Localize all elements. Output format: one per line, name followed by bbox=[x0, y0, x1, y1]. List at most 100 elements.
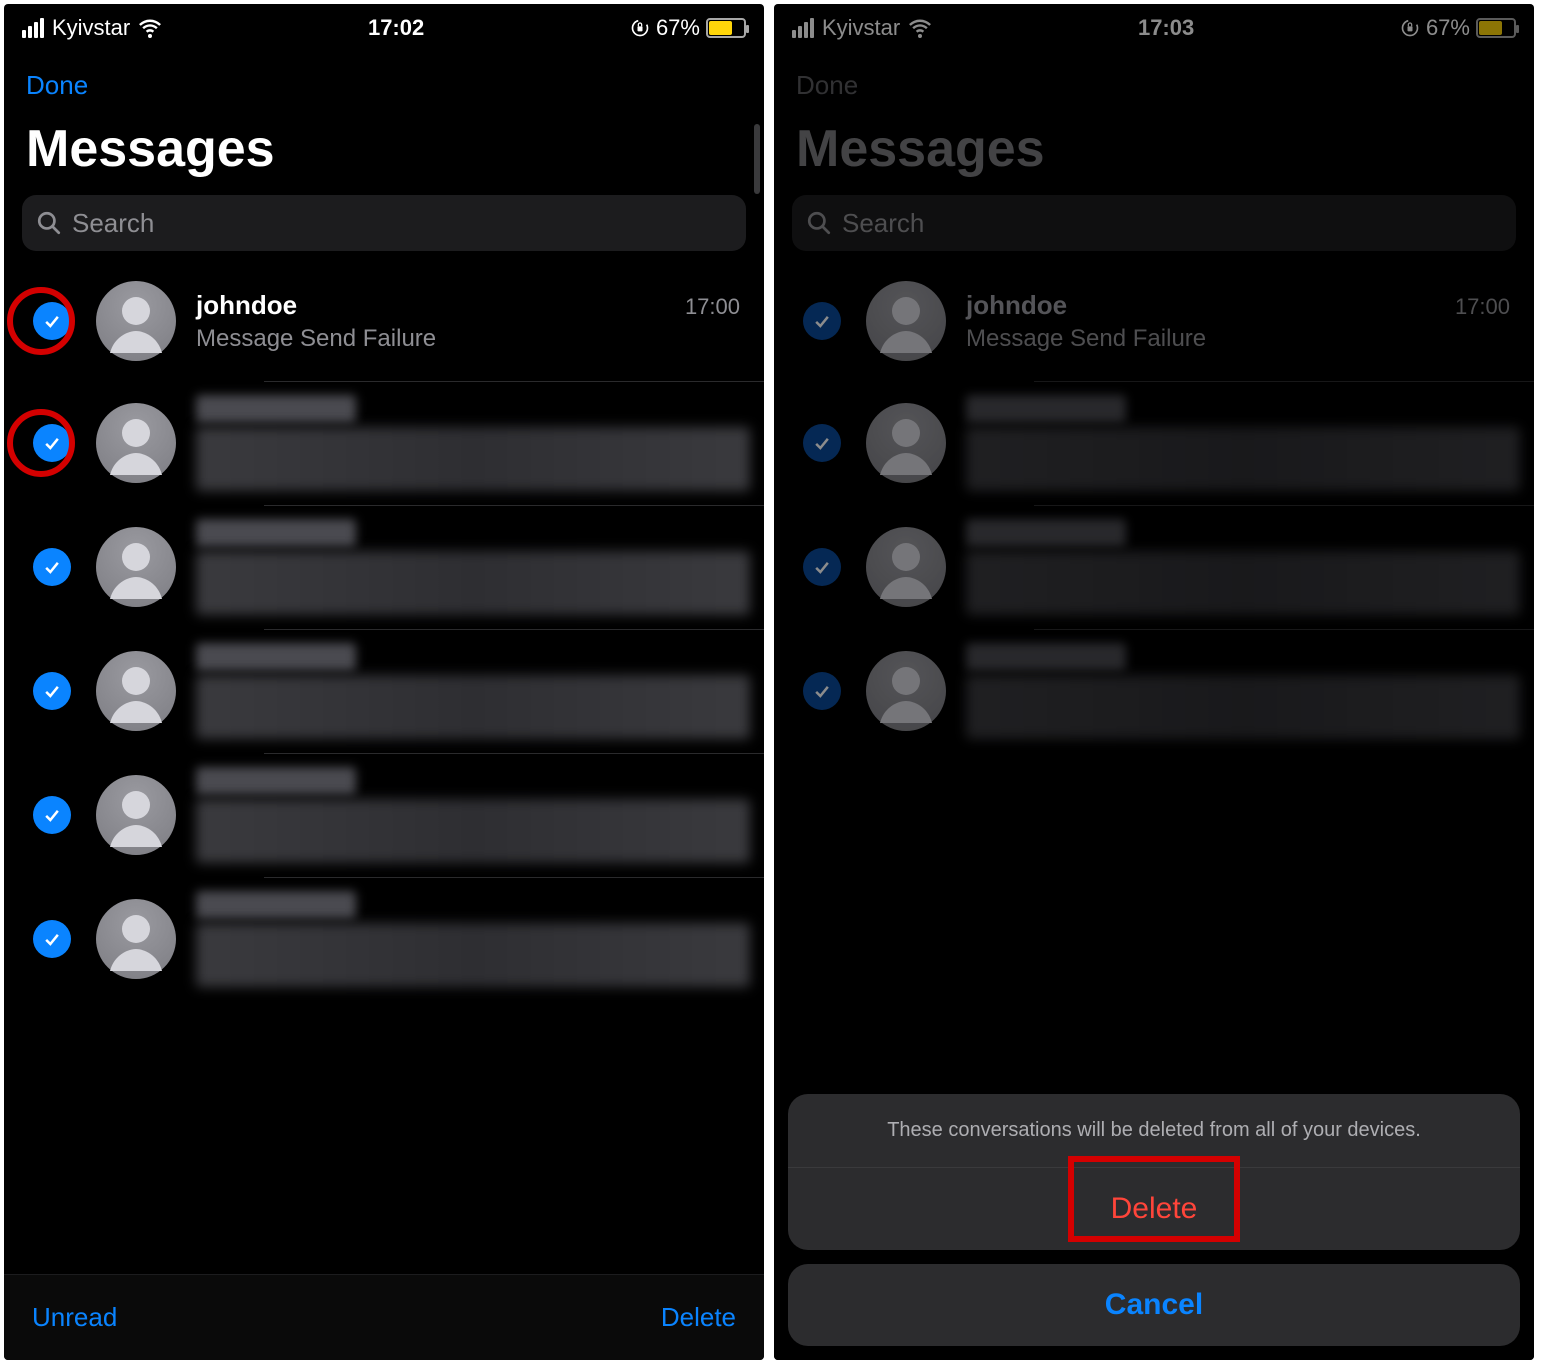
selection-checkbox[interactable] bbox=[22, 672, 82, 710]
blurred-content bbox=[196, 891, 356, 919]
conversation-preview: Message Send Failure bbox=[966, 325, 1520, 353]
conversation-name: johndoe bbox=[966, 290, 1067, 321]
sheet-delete-button[interactable]: Delete bbox=[788, 1168, 1520, 1250]
avatar bbox=[96, 899, 176, 979]
status-bar: Kyivstar 17:03 67% bbox=[774, 4, 1534, 52]
checkmark-icon bbox=[812, 557, 832, 577]
blurred-content bbox=[196, 427, 750, 491]
signal-bars-icon bbox=[22, 18, 44, 38]
avatar bbox=[96, 403, 176, 483]
selection-checkbox[interactable] bbox=[792, 548, 852, 586]
conversation-row[interactable]: johndoe 17:00 Message Send Failure bbox=[4, 261, 764, 381]
battery-icon bbox=[1476, 18, 1516, 38]
blurred-content bbox=[196, 519, 356, 547]
blurred-content bbox=[966, 427, 1520, 491]
avatar bbox=[96, 775, 176, 855]
selection-checkbox[interactable] bbox=[22, 920, 82, 958]
navbar: Done bbox=[774, 52, 1534, 101]
conversation-row[interactable] bbox=[4, 753, 764, 877]
blurred-content bbox=[196, 767, 356, 795]
search-field[interactable] bbox=[22, 195, 746, 251]
blurred-content bbox=[196, 675, 750, 739]
wifi-icon bbox=[908, 16, 932, 40]
avatar bbox=[866, 651, 946, 731]
battery-icon bbox=[706, 18, 746, 38]
blurred-content bbox=[196, 551, 750, 615]
checkmark-icon bbox=[42, 557, 62, 577]
selection-checkbox[interactable] bbox=[22, 796, 82, 834]
blurred-content bbox=[196, 395, 356, 423]
checkmark-icon bbox=[42, 929, 62, 949]
page-title: Messages bbox=[774, 101, 1534, 195]
checkmark-icon bbox=[42, 681, 62, 701]
done-button[interactable]: Done bbox=[796, 70, 858, 101]
avatar bbox=[866, 527, 946, 607]
battery-percent-label: 67% bbox=[1426, 15, 1470, 41]
conversation-row[interactable] bbox=[4, 505, 764, 629]
blurred-content bbox=[196, 923, 750, 987]
search-field[interactable] bbox=[792, 195, 1516, 251]
checkmark-icon bbox=[812, 433, 832, 453]
status-bar: Kyivstar 17:02 67% bbox=[4, 4, 764, 52]
blurred-content bbox=[966, 675, 1520, 739]
blurred-content bbox=[966, 519, 1126, 547]
blurred-content bbox=[196, 643, 356, 671]
conversation-row[interactable] bbox=[774, 381, 1534, 505]
conversation-time: 17:00 bbox=[685, 294, 750, 320]
search-input[interactable] bbox=[72, 208, 732, 239]
conversation-time: 17:00 bbox=[1455, 294, 1520, 320]
orientation-lock-icon bbox=[1400, 18, 1420, 38]
conversation-list: johndoe 17:00 Message Send Failure bbox=[4, 261, 764, 1274]
phone-left: Kyivstar 17:02 67% Done Messages bbox=[4, 4, 764, 1360]
navbar: Done bbox=[4, 52, 764, 101]
clock-label: 17:03 bbox=[1138, 15, 1194, 41]
avatar bbox=[96, 281, 176, 361]
selection-checkbox[interactable] bbox=[792, 302, 852, 340]
phone-right: Kyivstar 17:03 67% Done Messages johndoe bbox=[774, 4, 1534, 1360]
checkmark-icon bbox=[42, 805, 62, 825]
checkmark-icon bbox=[812, 681, 832, 701]
carrier-label: Kyivstar bbox=[822, 15, 900, 41]
checkmark-icon bbox=[42, 433, 62, 453]
scroll-indicator bbox=[754, 124, 760, 194]
conversation-row[interactable] bbox=[774, 505, 1534, 629]
conversation-row[interactable] bbox=[774, 629, 1534, 753]
selection-checkbox[interactable] bbox=[22, 548, 82, 586]
conversation-row[interactable] bbox=[4, 381, 764, 505]
signal-bars-icon bbox=[792, 18, 814, 38]
unread-button[interactable]: Unread bbox=[32, 1302, 117, 1333]
conversation-row[interactable] bbox=[4, 629, 764, 753]
blurred-content bbox=[966, 643, 1126, 671]
selection-checkbox[interactable] bbox=[22, 424, 82, 462]
conversation-row[interactable]: johndoe 17:00 Message Send Failure bbox=[774, 261, 1534, 381]
checkmark-icon bbox=[42, 311, 62, 331]
avatar bbox=[96, 527, 176, 607]
battery-percent-label: 67% bbox=[656, 15, 700, 41]
checkmark-icon bbox=[812, 311, 832, 331]
avatar bbox=[96, 651, 176, 731]
done-button[interactable]: Done bbox=[26, 70, 88, 101]
conversation-row[interactable] bbox=[4, 877, 764, 1001]
conversation-preview: Message Send Failure bbox=[196, 325, 750, 353]
conversation-name: johndoe bbox=[196, 290, 297, 321]
selection-checkbox[interactable] bbox=[792, 424, 852, 462]
page-title: Messages bbox=[4, 101, 764, 195]
avatar bbox=[866, 281, 946, 361]
sheet-message: These conversations will be deleted from… bbox=[788, 1094, 1520, 1167]
selection-checkbox[interactable] bbox=[792, 672, 852, 710]
search-icon bbox=[36, 210, 62, 236]
bottom-toolbar: Unread Delete bbox=[4, 1274, 764, 1360]
delete-button[interactable]: Delete bbox=[661, 1302, 736, 1333]
action-sheet: These conversations will be deleted from… bbox=[788, 1094, 1520, 1346]
clock-label: 17:02 bbox=[368, 15, 424, 41]
blurred-content bbox=[966, 551, 1520, 615]
blurred-content bbox=[196, 799, 750, 863]
sheet-cancel-button[interactable]: Cancel bbox=[788, 1264, 1520, 1346]
blurred-content bbox=[966, 395, 1126, 423]
avatar bbox=[866, 403, 946, 483]
wifi-icon bbox=[138, 16, 162, 40]
orientation-lock-icon bbox=[630, 18, 650, 38]
search-icon bbox=[806, 210, 832, 236]
selection-checkbox[interactable] bbox=[22, 302, 82, 340]
search-input[interactable] bbox=[842, 208, 1502, 239]
